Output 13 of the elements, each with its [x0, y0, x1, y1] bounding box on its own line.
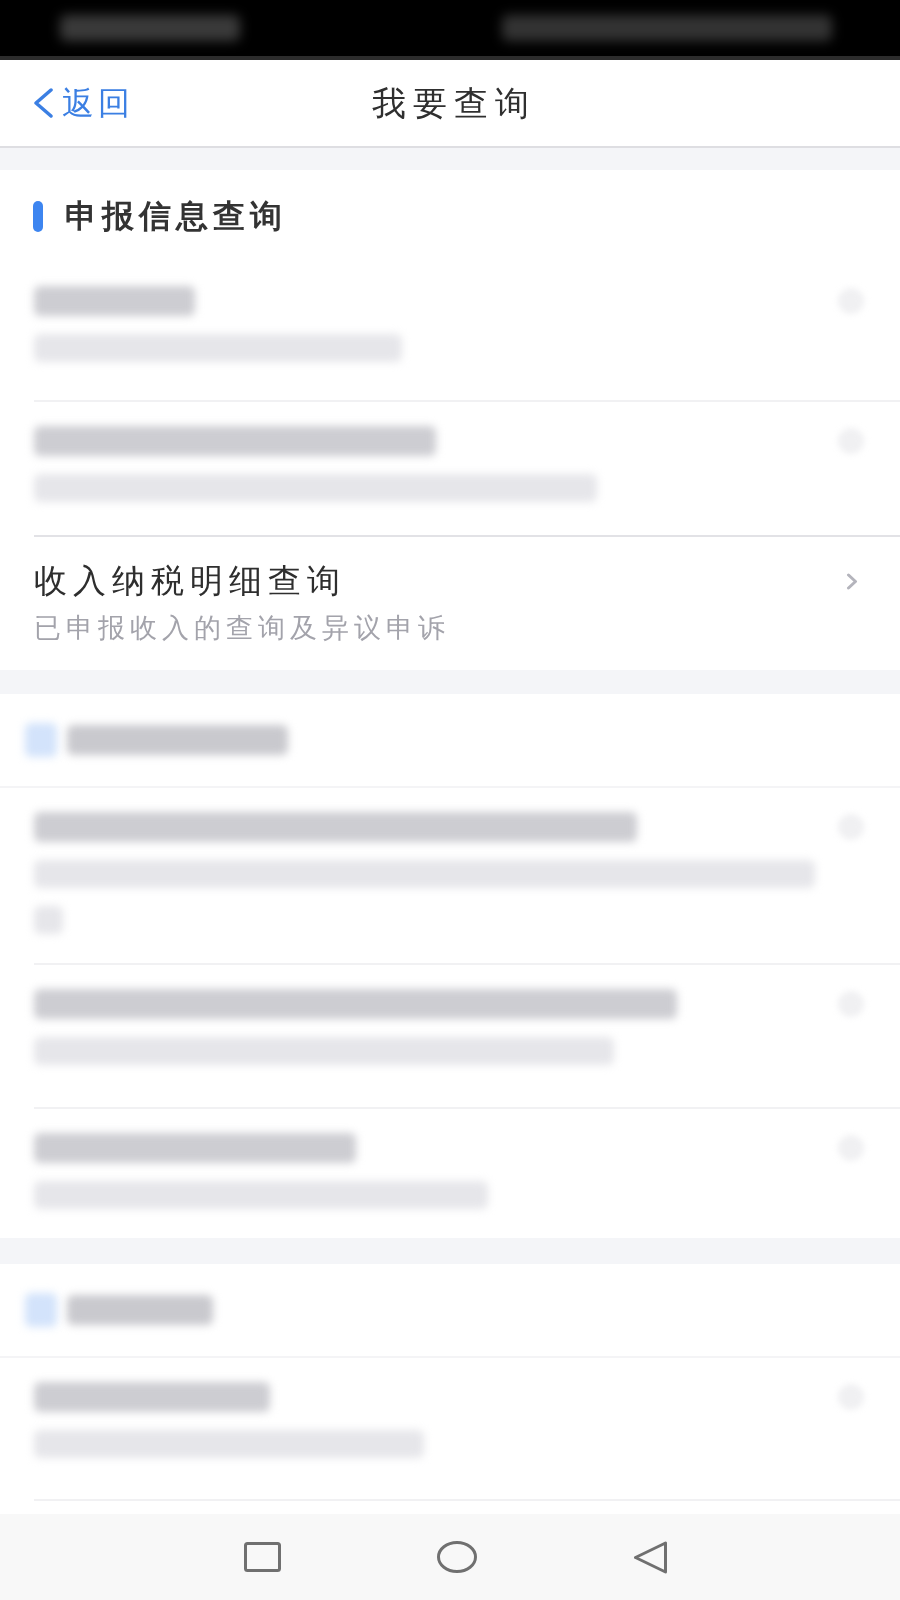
item-title[interactable]: 收入纳税明细查询: [34, 561, 846, 601]
item-subtitle: 已申报收入的查询及异议申诉: [34, 611, 451, 645]
back-button[interactable]: 返回: [32, 83, 134, 123]
blurred-marker-icon: [25, 1293, 57, 1327]
blurred-marker-icon: [25, 723, 57, 757]
page-title: 我要查询: [370, 82, 536, 125]
section-title: 申报信息查询: [65, 196, 287, 236]
chevron-left-icon: [32, 88, 54, 118]
section-marker-icon: [33, 200, 43, 232]
circle-icon[interactable]: [437, 1541, 477, 1573]
chevron-right-icon: [846, 573, 858, 590]
back-triangle-icon[interactable]: [633, 1540, 668, 1574]
square-icon[interactable]: [244, 1542, 281, 1572]
